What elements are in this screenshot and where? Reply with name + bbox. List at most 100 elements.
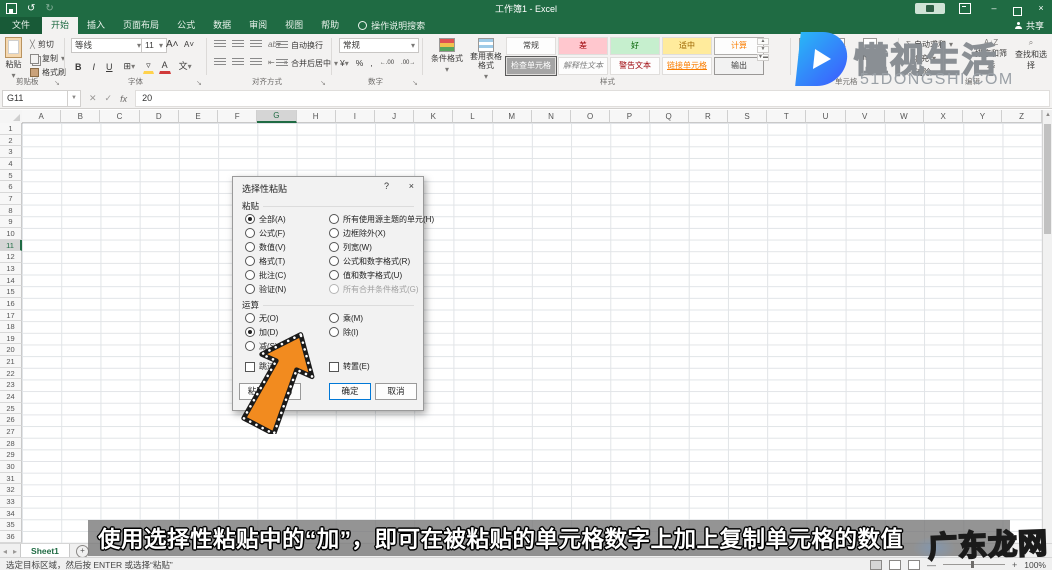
row-header-10[interactable]: 10 <box>0 227 22 240</box>
row-header-2[interactable]: 2 <box>0 134 22 147</box>
sheet-tab-Sheet1[interactable]: Sheet1 <box>20 544 70 558</box>
shrink-font-button[interactable]: A˅ <box>184 40 194 49</box>
styles-scroll-down[interactable]: ▼ <box>757 46 769 53</box>
number-format-select[interactable]: 常规 ▾ <box>339 38 419 53</box>
vertical-scrollbar[interactable]: ▲ <box>1042 110 1052 543</box>
row-header-16[interactable]: 16 <box>0 297 22 310</box>
radio-列宽(W)[interactable]: 列宽(W) <box>329 242 434 252</box>
radio-全部(A)[interactable]: 全部(A) <box>245 214 286 224</box>
row-header-28[interactable]: 28 <box>0 437 22 450</box>
tab-视图[interactable]: 视图 <box>276 17 312 34</box>
row-header-24[interactable]: 24 <box>0 391 22 403</box>
row-header-7[interactable]: 7 <box>0 192 22 205</box>
row-header-22[interactable]: 22 <box>0 367 22 380</box>
worksheet-grid[interactable]: ABCDEFGHIJKLMNOPQRSTUVWXYZ 1 2 3 4 5 6 7 8 9 10 11… <box>0 110 1052 543</box>
column-header-L[interactable]: L <box>453 110 493 123</box>
tab-公式[interactable]: 公式 <box>168 17 204 34</box>
column-header-J[interactable]: J <box>374 110 415 123</box>
copy-button[interactable]: 复制 ▾ <box>30 53 66 64</box>
tab-页面布局[interactable]: 页面布局 <box>114 17 168 34</box>
column-header-Q[interactable]: Q <box>649 110 689 123</box>
row-header-18[interactable]: 18 <box>0 321 22 333</box>
styles-more[interactable]: ▼▬ <box>757 54 769 61</box>
borders-button[interactable]: ⊞▾ <box>121 59 139 74</box>
column-header-V[interactable]: V <box>845 110 885 123</box>
decrease-decimal-button[interactable]: .00→ <box>401 60 415 66</box>
column-header-X[interactable]: X <box>924 110 964 123</box>
column-header-O[interactable]: O <box>571 110 611 123</box>
undo-icon[interactable]: ↺ <box>27 2 35 15</box>
font-family-select[interactable]: 等线 ▾ <box>71 38 145 53</box>
transpose-checkbox[interactable]: 转置(E) <box>329 361 370 372</box>
row-header-26[interactable]: 26 <box>0 414 22 427</box>
normal-view-icon[interactable] <box>869 559 882 570</box>
tab-数据[interactable]: 数据 <box>204 17 240 34</box>
row-header-19[interactable]: 19 <box>0 332 22 345</box>
cell-style-链接单元格[interactable]: 链接单元格 <box>662 57 712 75</box>
row-header-12[interactable]: 12 <box>0 251 22 263</box>
row-header-11[interactable]: 11 <box>0 239 22 252</box>
page-layout-view-icon[interactable] <box>888 559 901 570</box>
account-button[interactable] <box>915 3 945 14</box>
scroll-up-icon[interactable]: ▲ <box>1043 110 1052 120</box>
decrease-indent-button[interactable]: ⇤ <box>268 58 275 67</box>
radio-数值(V)[interactable]: 数值(V) <box>245 242 286 252</box>
cell-style-好[interactable]: 好 <box>610 37 660 55</box>
cell-style-常规[interactable]: 常规 <box>506 37 556 55</box>
row-header-21[interactable]: 21 <box>0 356 22 368</box>
cell-style-解释性文本[interactable]: 解释性文本 <box>558 57 608 75</box>
select-all-corner[interactable] <box>0 110 23 124</box>
dialog-titlebar[interactable]: 选择性粘贴 ? × <box>233 177 423 197</box>
row-header-4[interactable]: 4 <box>0 157 22 170</box>
radio-公式和数字格式(R)[interactable]: 公式和数字格式(R) <box>329 256 434 266</box>
italic-button[interactable]: I <box>90 60 99 74</box>
row-header-35[interactable]: 35 <box>0 519 22 531</box>
accounting-format-button[interactable]: ¥▾ <box>340 58 349 68</box>
fill-color-button[interactable]: ▿ <box>143 58 154 74</box>
insert-function-icon[interactable]: fx <box>120 94 127 104</box>
align-middle-icon[interactable] <box>232 40 244 49</box>
column-header-H[interactable]: H <box>296 110 336 123</box>
radio-除(I)[interactable]: 除(I) <box>329 327 363 337</box>
row-header-20[interactable]: 20 <box>0 344 22 357</box>
ribbon-display-options-icon[interactable] <box>959 3 971 14</box>
radio-所有使用源主题的单元(H)[interactable]: 所有使用源主题的单元(H) <box>329 214 434 224</box>
row-header-17[interactable]: 17 <box>0 309 22 322</box>
radio-验证(N)[interactable]: 验证(N) <box>245 284 286 294</box>
row-header-25[interactable]: 25 <box>0 402 22 415</box>
row-header-14[interactable]: 14 <box>0 274 22 287</box>
radio-批注(C)[interactable]: 批注(C) <box>245 270 286 280</box>
radio-乘(M)[interactable]: 乘(M) <box>329 313 363 323</box>
percent-button[interactable]: % <box>356 58 364 68</box>
conditional-formatting-button[interactable]: 条件格式 ▾ <box>428 38 466 74</box>
row-header-34[interactable]: 34 <box>0 507 22 520</box>
row-header-15[interactable]: 15 <box>0 286 22 298</box>
comma-button[interactable]: , <box>370 58 372 68</box>
tab-开始[interactable]: 开始 <box>42 17 79 34</box>
column-header-C[interactable]: C <box>100 110 140 123</box>
cancel-icon[interactable]: ✕ <box>89 93 97 104</box>
row-header-23[interactable]: 23 <box>0 379 22 392</box>
row-header-30[interactable]: 30 <box>0 461 22 473</box>
wrap-text-button[interactable]: 自动换行 <box>276 40 323 51</box>
tab-审阅[interactable]: 审阅 <box>240 17 276 34</box>
row-header-1[interactable]: 1 <box>0 123 22 135</box>
cut-button[interactable]: ╳ 剪切 <box>30 39 66 50</box>
tab-帮助[interactable]: 帮助 <box>312 17 348 34</box>
row-header-9[interactable]: 9 <box>0 216 22 228</box>
sheet-nav-right-icon[interactable]: ▸ <box>13 547 17 556</box>
tab-文件[interactable]: 文件 <box>0 17 43 34</box>
row-header-32[interactable]: 32 <box>0 484 22 496</box>
row-header-33[interactable]: 33 <box>0 496 22 508</box>
cell-style-警告文本[interactable]: 警告文本 <box>610 57 660 75</box>
column-header-R[interactable]: R <box>688 110 728 123</box>
row-header-3[interactable]: 3 <box>0 146 22 158</box>
font-dialog-launcher[interactable]: ↘ <box>196 79 202 87</box>
column-header-I[interactable]: I <box>335 110 375 123</box>
ok-button[interactable]: 确定 <box>329 383 371 400</box>
row-header-13[interactable]: 13 <box>0 262 22 275</box>
font-size-select[interactable]: 11 ▾ <box>141 38 167 53</box>
column-header-D[interactable]: D <box>139 110 179 123</box>
tell-me-search[interactable]: 操作说明搜索 <box>358 17 425 34</box>
phonetic-button[interactable]: 文▾ <box>176 59 195 74</box>
